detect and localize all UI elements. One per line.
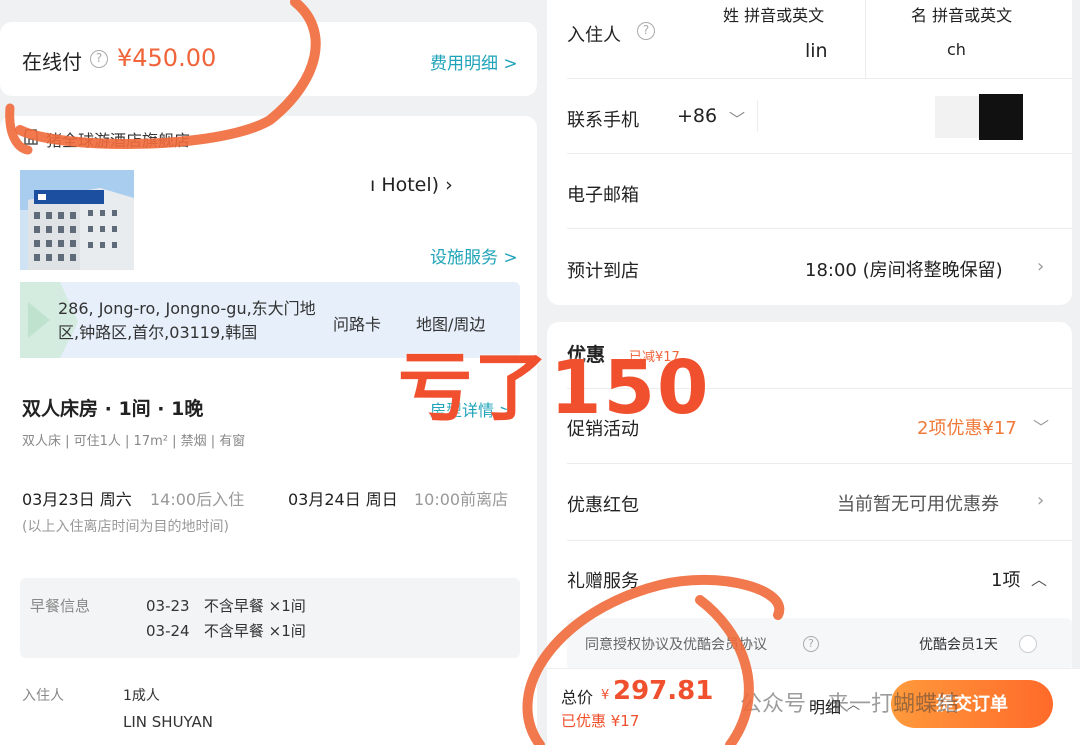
breakfast-row: 03-23 不含早餐 ×1间 <box>146 597 306 615</box>
payment-amount: ¥450.00 <box>117 44 217 72</box>
handwritten-annotation: 亏了150 <box>398 345 711 431</box>
chevron-down-icon[interactable]: ﹀ <box>1033 414 1049 438</box>
gift-service-value[interactable]: 1项 <box>991 566 1020 592</box>
guests-label: 入住人 <box>22 688 64 704</box>
email-label: 电子邮箱 <box>567 185 639 206</box>
divider <box>567 153 1072 154</box>
breakfast-row: 03-24 不含早餐 ×1间 <box>146 622 306 640</box>
surname-header: 姓 拼音或英文 <box>723 6 825 25</box>
occupant-label: 入住人 <box>567 25 621 46</box>
divider <box>567 540 1072 541</box>
breakfast-label: 早餐信息 <box>30 597 91 615</box>
question-circle-icon[interactable]: ? <box>637 22 655 40</box>
phone-redaction <box>935 96 979 138</box>
chevron-right-icon[interactable]: › <box>1037 256 1044 277</box>
hotel-photo[interactable] <box>20 170 134 270</box>
saved-amount: 已优惠 ¥17 <box>561 712 640 730</box>
divider <box>567 463 1072 464</box>
surname-input[interactable]: lin <box>805 40 828 62</box>
hotel-address: 286, Jong-ro, Jongno-gu,东大门地区,钟路区,首尔,031… <box>58 299 316 342</box>
coupon-value[interactable]: 当前暂无可用优惠券 <box>837 490 999 516</box>
breakfast-box <box>20 578 520 658</box>
divider <box>567 78 1072 79</box>
facility-service-link[interactable]: 设施服务 > <box>430 243 518 268</box>
country-code-select[interactable]: +86 <box>677 105 717 127</box>
arrival-time-select[interactable]: 18:00 (房间将整晚保留) <box>805 256 1003 282</box>
total-currency: ¥ <box>601 688 610 703</box>
watermark-text: 公众号 · 来一打蝴蝶结 <box>740 692 959 717</box>
checkout-date: 03月24日 周日 <box>288 490 398 509</box>
phone-redaction <box>979 94 1023 140</box>
divider <box>757 100 758 132</box>
promo-activity-value[interactable]: 2项优惠¥17 <box>917 414 1017 440</box>
checkin-date: 03月23日 周六 <box>22 490 132 509</box>
room-specs: 双人床 | 可住1人 | 17m² | 禁烟 | 有窗 <box>22 434 246 449</box>
total-label: 总价 <box>561 688 594 707</box>
member-offer-text: 优酷会员1天 <box>919 637 998 653</box>
route-card-button[interactable]: 问路卡 <box>333 311 381 335</box>
payment-method-label: 在线付 <box>22 50 82 74</box>
chevron-down-icon[interactable]: ﹀ <box>729 106 745 130</box>
gift-service-label: 礼赠服务 <box>567 571 639 592</box>
shop-icon <box>24 129 38 145</box>
hotel-name[interactable]: ı Hotel) › <box>370 174 453 196</box>
store-name[interactable]: 猪全球游酒店旗舰店 <box>46 127 190 151</box>
member-offer-checkbox[interactable] <box>1019 635 1037 653</box>
checkout-time: 10:00前离店 <box>414 490 509 509</box>
chevron-up-icon[interactable]: ︿ <box>1031 566 1047 590</box>
guest-name: LIN SHUYAN <box>123 713 214 731</box>
room-title: 双人床房 · 1间 · 1晚 <box>22 398 204 420</box>
given-name-header: 名 拼音或英文 <box>911 6 1013 25</box>
question-circle-icon[interactable]: ? <box>803 636 819 652</box>
phone-label: 联系手机 <box>567 110 639 131</box>
checkin-time: 14:00后入住 <box>150 490 245 509</box>
arrival-label: 预计到店 <box>567 261 639 282</box>
coupon-label: 优惠红包 <box>567 495 639 516</box>
divider <box>567 228 1072 229</box>
guests-count: 1成人 <box>123 688 160 704</box>
column-divider <box>865 0 866 78</box>
agreement-text[interactable]: 同意授权协议及优酷会员协议 <box>585 634 767 654</box>
fee-detail-link[interactable]: 费用明细 > <box>430 49 518 74</box>
total-price: 297.81 <box>613 676 714 706</box>
given-name-input[interactable]: ch <box>947 40 966 59</box>
question-circle-icon[interactable]: ? <box>90 50 108 68</box>
time-note: (以上入住离店时间为目的地时间) <box>22 519 229 535</box>
chevron-right-icon[interactable]: › <box>1037 490 1044 511</box>
